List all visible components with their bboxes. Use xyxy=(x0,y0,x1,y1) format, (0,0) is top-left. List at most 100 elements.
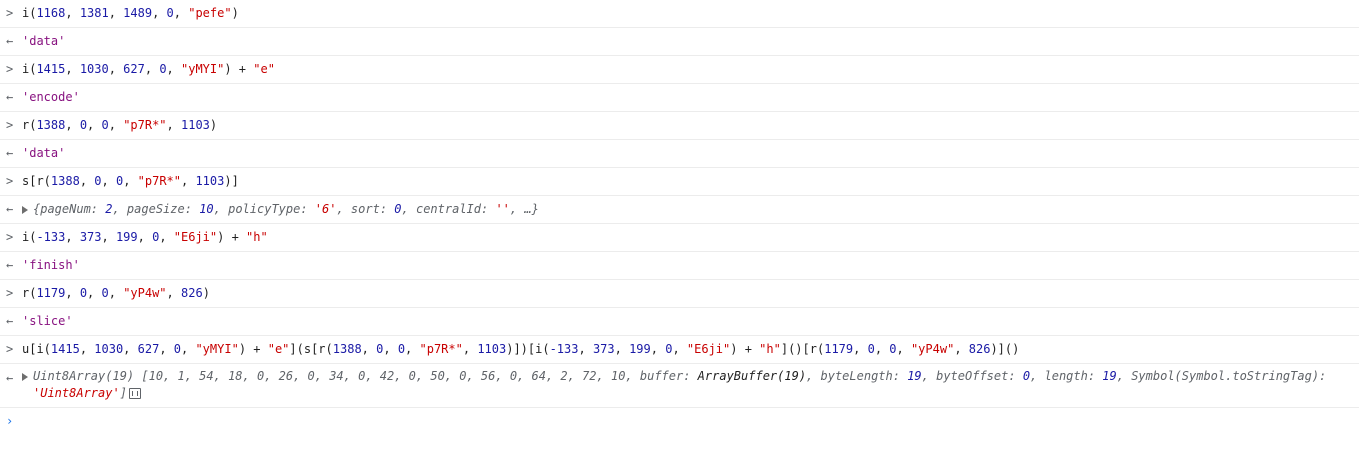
console-input-line[interactable]: > s[r(1388, 0, 0, "p7R*", 1103)] xyxy=(0,168,1359,196)
token: , xyxy=(108,62,124,76)
token: , xyxy=(173,6,189,20)
console-output-line[interactable]: ← 'data' xyxy=(0,28,1359,56)
token: 0 xyxy=(173,342,181,356)
console-input-line[interactable]: > r(1388, 0, 0, "p7R*", 1103) xyxy=(0,112,1359,140)
token: , xyxy=(462,342,478,356)
token: )])[i( xyxy=(506,342,550,356)
token: 0 xyxy=(889,342,897,356)
console-output-line[interactable]: ← {pageNum: 2, pageSize: 10, policyType: … xyxy=(0,196,1359,224)
token: 1388 xyxy=(50,174,80,188)
token: "h" xyxy=(759,342,781,356)
token: ) + xyxy=(730,342,760,356)
token: 627 xyxy=(123,62,145,76)
input-prompt-icon: > xyxy=(6,6,14,20)
token: 1381 xyxy=(79,6,109,20)
input-prompt-icon: > xyxy=(6,286,14,300)
token: 1489 xyxy=(123,6,153,20)
token: 373 xyxy=(79,230,102,244)
expand-triangle-icon[interactable] xyxy=(22,373,28,381)
token: ) xyxy=(202,286,210,300)
console-input-line[interactable]: > i(1415, 1030, 627, 0, "yMYI") + "e" xyxy=(0,56,1359,84)
token: , xyxy=(137,230,153,244)
token: , xyxy=(87,118,102,132)
token: 0 xyxy=(94,174,102,188)
token: -133 xyxy=(549,342,579,356)
token: "E6ji" xyxy=(686,342,731,356)
token: 1103 xyxy=(477,342,507,356)
token: 'finish' xyxy=(22,258,80,272)
expand-triangle-icon[interactable] xyxy=(22,205,28,214)
token: 0 xyxy=(159,62,167,76)
token: , xyxy=(650,342,666,356)
token: 373 xyxy=(592,342,615,356)
token: i( xyxy=(22,6,37,20)
token: -133 xyxy=(36,230,66,244)
token: 0 xyxy=(1022,369,1031,383)
token: "h" xyxy=(246,230,268,244)
token: , xyxy=(65,62,80,76)
token: , xyxy=(614,342,630,356)
console-input-line[interactable]: > u[i(1415, 1030, 627, 0, "yMYI") + "e"](… xyxy=(0,336,1359,364)
token: , xyxy=(123,174,138,188)
console-input-line[interactable]: > r(1179, 0, 0, "yP4w", 826) xyxy=(0,280,1359,308)
token: , byteLength: xyxy=(806,369,908,383)
token: , xyxy=(101,230,116,244)
input-prompt-icon: > xyxy=(6,342,14,356)
console-input-line[interactable]: > i(1168, 1381, 1489, 0, "pefe") xyxy=(0,0,1359,28)
console-output-line[interactable]: ← Uint8Array(19) [10, 1, 54, 18, 0, 26, 0… xyxy=(0,364,1359,408)
token: ) xyxy=(209,118,218,132)
token: , length: xyxy=(1030,369,1103,383)
token: "yP4w" xyxy=(910,342,955,356)
token: , xyxy=(79,174,95,188)
token: 1415 xyxy=(50,342,80,356)
token: '' xyxy=(495,202,510,216)
token: "yMYI" xyxy=(181,62,225,76)
result-arrow-icon: ← xyxy=(6,314,14,328)
token: , xyxy=(108,6,124,20)
token: , …} xyxy=(509,202,539,216)
uint8array-preview[interactable]: Uint8Array(19) [10, 1, 54, 18, 0, 26, 0,… xyxy=(33,368,1353,402)
token: 0 xyxy=(166,6,174,20)
token: , xyxy=(108,286,124,300)
console-prompt-input[interactable]: › xyxy=(0,408,1359,435)
console-input-line[interactable]: > i(-133, 373, 199, 0, "E6ji") + "h" xyxy=(0,224,1359,252)
token: , xyxy=(65,6,80,20)
result-arrow-icon: ← xyxy=(6,258,14,272)
token: 1388 xyxy=(36,118,66,132)
token: 1030 xyxy=(79,62,109,76)
token: , policyType: xyxy=(213,202,315,216)
result-arrow-icon: ← xyxy=(6,90,14,104)
token: "e" xyxy=(253,62,275,76)
token: 826 xyxy=(968,342,991,356)
token: "pefe" xyxy=(188,6,232,20)
console-output-line[interactable]: ← 'data' xyxy=(0,140,1359,168)
caret-icon: › xyxy=(6,414,14,428)
token: , xyxy=(874,342,890,356)
token: ) + xyxy=(224,62,254,76)
token: 1179 xyxy=(824,342,854,356)
token: ](s[r( xyxy=(289,342,333,356)
token: , xyxy=(65,230,80,244)
token: 0 xyxy=(79,118,88,132)
token: , pageSize: xyxy=(112,202,200,216)
result-arrow-icon: ← xyxy=(6,34,14,48)
object-preview[interactable]: {pageNum: 2, pageSize: 10, policyType: '… xyxy=(33,202,539,216)
token: 1168 xyxy=(36,6,66,20)
token: "e" xyxy=(267,342,290,356)
console-output-line[interactable]: ← 'finish' xyxy=(0,252,1359,280)
token: , xyxy=(159,342,174,356)
token: 10 xyxy=(199,202,214,216)
token: , xyxy=(672,342,687,356)
token: 0 xyxy=(101,286,109,300)
token: , xyxy=(123,342,138,356)
token: 0 xyxy=(394,202,402,216)
token: , xyxy=(361,342,377,356)
memory-inspector-icon[interactable] xyxy=(128,388,141,399)
token: , xyxy=(65,286,80,300)
console-output-line[interactable]: ← 'slice' xyxy=(0,308,1359,336)
token: ) xyxy=(231,6,239,20)
console-output-line[interactable]: ← 'encode' xyxy=(0,84,1359,112)
result-arrow-icon: ← xyxy=(6,146,14,160)
token: , xyxy=(87,286,102,300)
token: , centralId: xyxy=(401,202,496,216)
